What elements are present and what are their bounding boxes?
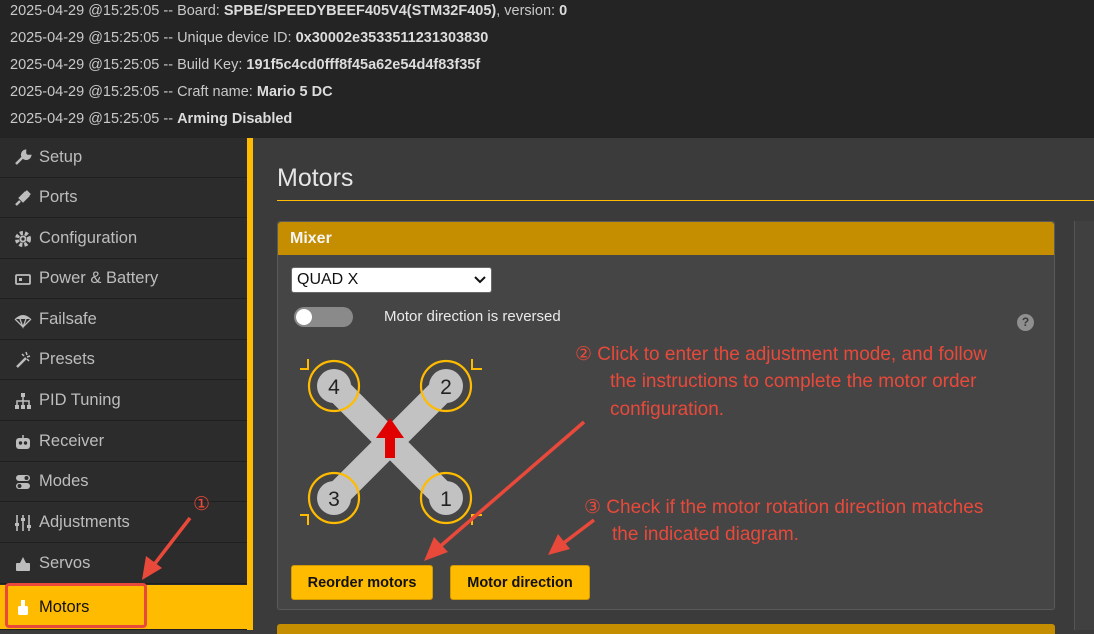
annotation-arrows xyxy=(142,420,596,580)
arrow-to-motor-direction xyxy=(548,518,596,555)
arrow-to-motors xyxy=(142,516,192,580)
